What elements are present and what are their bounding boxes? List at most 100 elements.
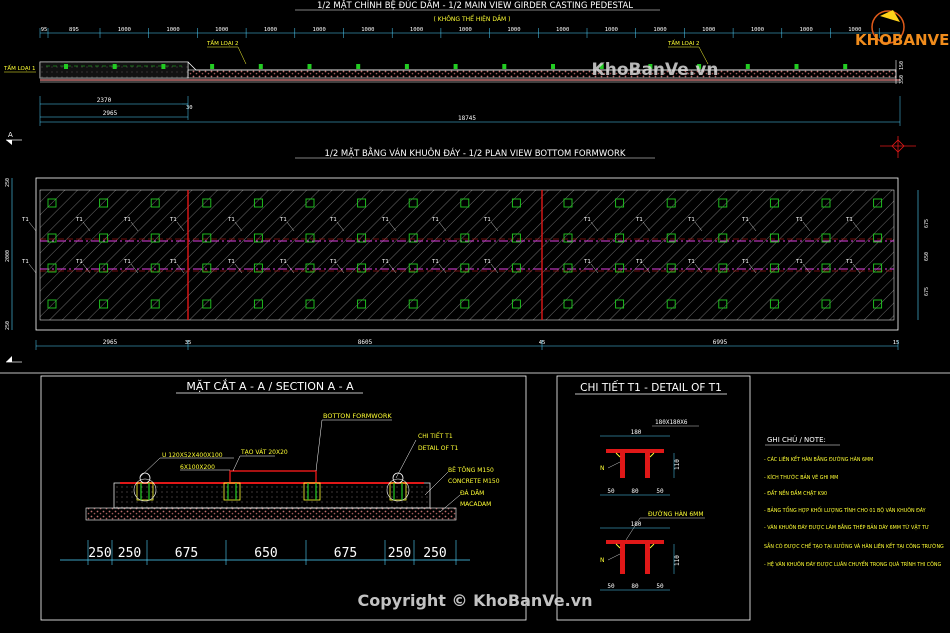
camber-label: TẠO VÁT 20X20 <box>240 449 288 456</box>
detail-t1-lower: ĐƯỜNG HÀN 6MM 180 N 110 50 80 50 <box>600 511 705 591</box>
top-dim-label: 1000 <box>459 27 472 33</box>
top-dim-label: 1000 <box>361 27 374 33</box>
t1-tag: T1 <box>687 259 695 265</box>
plan-dim-8605: 8605 <box>358 339 373 346</box>
pedestal-slope <box>187 61 896 71</box>
detail-dim-50-a2: 50 <box>656 488 664 495</box>
t1-tag: T1 <box>279 259 287 265</box>
main-view-subtitle: ( KHÔNG THỂ HIỆN DẦM ) <box>434 15 511 23</box>
plan-left-dim-2000: 2000 <box>5 250 11 262</box>
t1-tag: T1 <box>169 217 177 223</box>
detail-dim-110-a: 110 <box>674 459 681 470</box>
t1-tag: T1 <box>431 217 439 223</box>
angle-pad-label: 6X100X200 <box>180 464 215 471</box>
plan-view-title: 1/2 MẶT BẰNG VÁN KHUÔN ĐÁY - 1/2 PLAN VI… <box>325 146 626 159</box>
khobanve-logo: KHOBANVE <box>855 10 949 49</box>
t1-tag: T1 <box>21 259 29 265</box>
notes-list: - CÁC LIÊN KẾT HÀN BẰNG ĐƯỜNG HÀN 6MM - K… <box>764 455 944 568</box>
t1-tag: T1 <box>635 217 643 223</box>
plan-right-dim-650: 650 <box>924 252 930 261</box>
t1-tag: T1 <box>227 259 235 265</box>
main-view: 1/2 MẶT CHÍNH BỆ ĐÚC DẦM - 1/2 MAIN VIEW… <box>3 0 905 126</box>
main-pad <box>843 64 848 69</box>
detail-ref-1: CHI TIẾT T1 <box>418 432 453 440</box>
section-dimension-chain: 250 250 675 650 675 250 250 <box>87 540 457 565</box>
north-arrow-icon <box>880 136 916 158</box>
dim-30: 30 <box>186 105 193 111</box>
main-pad <box>453 64 458 69</box>
top-dim-label: 1000 <box>653 27 666 33</box>
plan-right-dim-675-top: 675 <box>924 219 930 228</box>
plan-dim-2965: 2965 <box>103 339 118 346</box>
right-dim-150: 150 <box>899 61 905 70</box>
detail-dim-80-b: 80 <box>631 583 639 590</box>
main-pad <box>307 64 312 69</box>
top-dim-label: 1000 <box>800 27 813 33</box>
section-dim-label: 675 <box>334 546 357 561</box>
t1-tag: T1 <box>741 217 749 223</box>
dim-18745: 18745 <box>458 115 476 122</box>
detail-frame <box>556 375 751 621</box>
concrete-block <box>113 482 431 509</box>
main-view-title: 1/2 MẶT CHÍNH BỆ ĐÚC DẦM - 1/2 MAIN VIEW… <box>317 0 633 11</box>
main-top-dimension-chain: 95 895 1000 1000 1000 1000 1000 1000 1000 1000 100… <box>39 27 880 38</box>
plan-view: 1/2 MẶT BẰNG VÁN KHUÔN ĐÁY - 1/2 PLAN VI… <box>5 146 930 350</box>
note-item: SẴN CÓ ĐƯỢC CHẾ TẠO TẠI XƯỞNG VÀ HÀN LIÊ… <box>764 542 944 550</box>
main-pad <box>112 64 117 69</box>
top-dim-label: 1000 <box>118 27 131 33</box>
t1-tag: T1 <box>381 259 389 265</box>
dim-2965: 2965 <box>103 110 118 117</box>
main-pad <box>64 64 68 69</box>
t1-tag: T1 <box>329 259 337 265</box>
detail-n-tag-b: N <box>600 557 605 564</box>
detail-dim-80-a: 80 <box>631 488 639 495</box>
main-pad <box>502 64 507 69</box>
plate2-label-left: TẤM LOẠI 2 <box>206 39 238 47</box>
t1-tag: T1 <box>123 259 131 265</box>
gravel-base <box>85 507 457 521</box>
plan-right-dim-675-bottom: 675 <box>924 287 930 296</box>
t1-tag: T1 <box>795 259 803 265</box>
concrete-label-2: CONCRETE M150 <box>448 478 500 485</box>
detail-n-tag-a: N <box>600 465 605 472</box>
detail-ref-2: DETAIL OF T1 <box>418 445 458 452</box>
main-pad <box>794 64 799 69</box>
t1-tag: T1 <box>431 259 439 265</box>
plan-dim-6995: 6995 <box>713 339 728 346</box>
top-dim-label: 1000 <box>702 27 715 33</box>
bottom-formwork-label: BOTTON FORMWORK <box>323 412 392 420</box>
t1-tag: T1 <box>75 217 83 223</box>
section-dim-label: 250 <box>88 546 111 561</box>
concrete-label-1: BÊ TÔNG M150 <box>448 466 494 474</box>
detail-dim-110-b: 110 <box>674 555 681 566</box>
gravel-label-1: ĐÁ DĂM <box>460 490 484 497</box>
main-pad <box>210 64 215 69</box>
cad-drawing-canvas: 1/2 MẶT CHÍNH BỆ ĐÚC DẦM - 1/2 MAIN VIEW… <box>0 0 950 621</box>
t1-tag: T1 <box>21 217 29 223</box>
detail-dim-180-a: 180 <box>631 429 642 436</box>
top-dim-label: 1000 <box>313 27 326 33</box>
detail-plate-size: 180X180X6 <box>655 419 688 426</box>
top-dim-label: 1000 <box>410 27 423 33</box>
plan-left-dim-250-bottom: 250 <box>5 321 11 330</box>
t1-tag: T1 <box>279 217 287 223</box>
note-item: - HỆ VÁN KHUÔN ĐÁY ĐƯỢC LUÂN CHUYỂN TRON… <box>764 560 941 568</box>
detail-dim-180-b: 180 <box>631 521 642 528</box>
dim-2370: 2370 <box>97 97 112 104</box>
gravel-label-2: MACADAM <box>460 501 491 508</box>
note-item: - ĐẤT NỀN ĐẦM CHẶT K90 <box>764 489 827 497</box>
top-dim-label: 1000 <box>556 27 569 33</box>
t1-tag: T1 <box>583 217 591 223</box>
top-dim-label: 1000 <box>166 27 179 33</box>
plate1-label: TẤM LOẠI 1 <box>3 64 35 72</box>
t1-tag: T1 <box>123 217 131 223</box>
section-title: MẶT CẮT A - A / SECTION A - A <box>186 379 354 393</box>
section-a-a: MẶT CẮT A - A / SECTION A - A BOTTON FOR… <box>40 375 527 621</box>
right-dim-350: 350 <box>899 75 905 84</box>
channel-label: U 120X52X400X100 <box>162 452 223 459</box>
t1-tag: T1 <box>169 259 177 265</box>
main-pad <box>404 64 409 69</box>
detail-weld-label: ĐƯỜNG HÀN 6MM <box>648 511 704 518</box>
watermark-copyright: Copyright © KhoBanVe.vn <box>357 591 592 610</box>
note-item: - VÁN KHUÔN ĐÁY ĐƯỢC LÀM BẰNG THÉP BẢN D… <box>764 523 929 531</box>
